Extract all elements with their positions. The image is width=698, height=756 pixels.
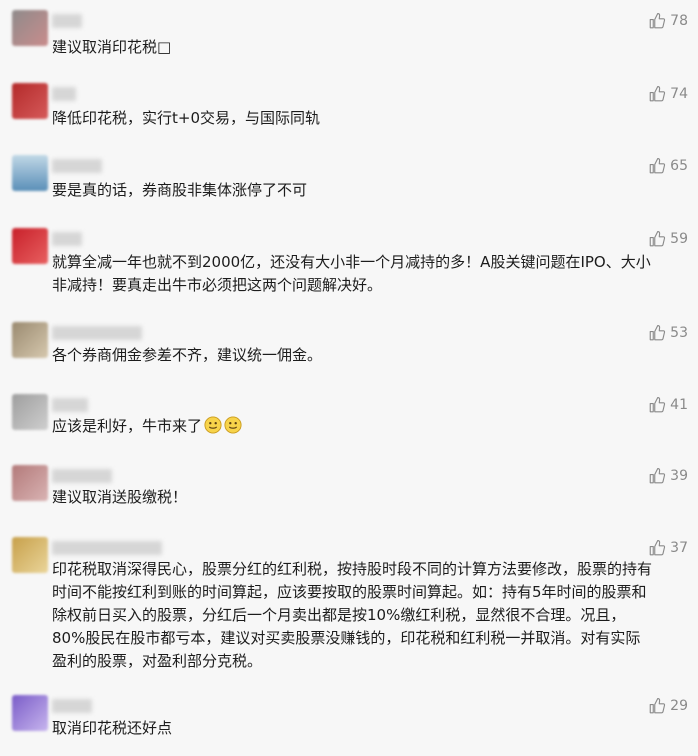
thumbs-up-icon xyxy=(648,324,666,342)
nickname-blurred xyxy=(52,159,102,173)
nickname-blurred xyxy=(52,87,76,101)
nickname-blurred xyxy=(52,14,82,28)
avatar[interactable] xyxy=(12,10,48,46)
thumbs-up-icon xyxy=(648,396,666,414)
like-count: 53 xyxy=(670,325,688,341)
like-button[interactable]: 53 xyxy=(648,322,688,344)
thumbs-up-icon xyxy=(648,157,666,175)
comment-text: 降低印花税，实行t+0交易，与国际同轨 xyxy=(52,109,320,127)
comment-text: 应该是利好，牛市来了 xyxy=(52,415,652,441)
nickname-blurred xyxy=(52,541,162,555)
like-button[interactable]: 39 xyxy=(648,465,688,487)
thumbs-up-icon xyxy=(648,697,666,715)
like-button[interactable]: 74 xyxy=(648,83,688,105)
comment-text: 就算全减一年也就不到2000亿，还没有大小非一个月减持的多！A股关键问题在IPO… xyxy=(52,253,651,294)
avatar[interactable] xyxy=(12,394,48,430)
like-count: 37 xyxy=(670,540,688,556)
like-button[interactable]: 78 xyxy=(648,10,688,32)
nickname-blurred xyxy=(52,232,82,246)
like-button[interactable]: 65 xyxy=(648,155,688,177)
comment-text: 要是真的话，券商股非集体涨停了不可 xyxy=(52,181,308,199)
comment-text-content: 应该是利好，牛市来了 xyxy=(52,417,203,435)
like-button[interactable]: 29 xyxy=(648,695,688,717)
avatar[interactable] xyxy=(12,465,48,501)
thumbs-up-icon xyxy=(648,230,666,248)
thumbs-up-icon xyxy=(648,85,666,103)
like-button[interactable]: 59 xyxy=(648,228,688,250)
avatar[interactable] xyxy=(12,537,48,573)
avatar[interactable] xyxy=(12,228,48,264)
comment-text: 取消印花税还好点 xyxy=(52,719,173,737)
comment-text: 各个券商佣金参差不齐，建议统一佣金。 xyxy=(52,346,323,364)
comment-text: 印花税取消深得民心，股票分红的红利税，按持股时段不同的计算方法要修改，股票的持有… xyxy=(52,560,653,670)
like-count: 74 xyxy=(670,86,688,102)
comment-text: 建议取消送股缴税！ xyxy=(52,488,188,506)
like-count: 59 xyxy=(670,231,688,247)
nickname-blurred xyxy=(52,469,112,483)
thumbs-up-icon xyxy=(648,467,666,485)
nickname-blurred xyxy=(52,398,88,412)
avatar[interactable] xyxy=(12,155,48,191)
like-count: 39 xyxy=(670,468,688,484)
smiling-face-emoji xyxy=(204,416,222,441)
nickname-blurred xyxy=(52,699,92,713)
thumbs-up-icon xyxy=(648,12,666,30)
like-count: 29 xyxy=(670,698,688,714)
like-button[interactable]: 41 xyxy=(648,394,688,416)
avatar[interactable] xyxy=(12,322,48,358)
avatar[interactable] xyxy=(12,695,48,731)
thumbs-up-icon xyxy=(648,539,666,557)
comment-text: 建议取消印花税□ xyxy=(52,38,172,56)
smiling-face-emoji xyxy=(224,416,242,441)
like-button[interactable]: 37 xyxy=(648,537,688,559)
like-count: 78 xyxy=(670,13,688,29)
like-count: 41 xyxy=(670,397,688,413)
avatar[interactable] xyxy=(12,83,48,119)
like-count: 65 xyxy=(670,158,688,174)
nickname-blurred xyxy=(52,326,142,340)
